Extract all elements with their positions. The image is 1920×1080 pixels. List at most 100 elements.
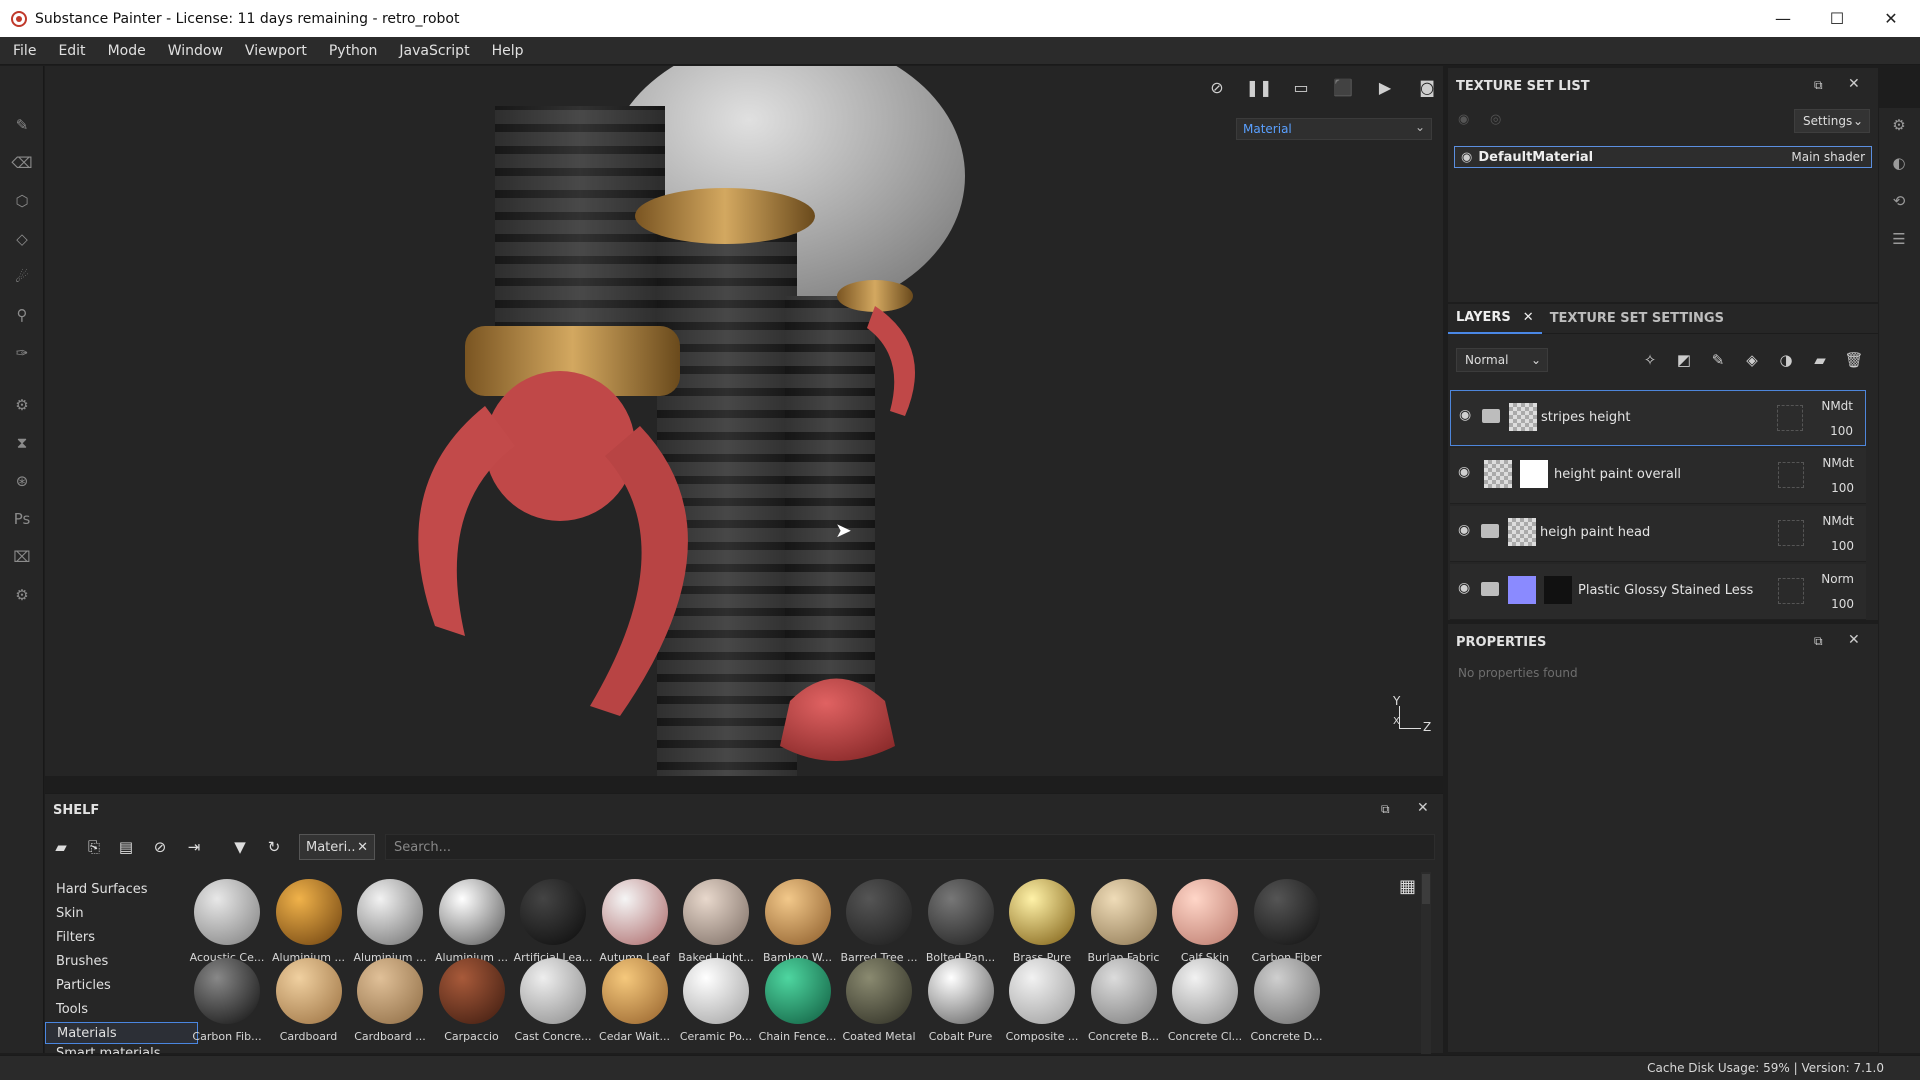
material-thumbnail[interactable]: Concrete D... (1246, 956, 1328, 1052)
layer-blend-mode[interactable]: NMdt (1821, 399, 1853, 413)
layer-row[interactable]: ◉ Plastic Glossy Stained Less Norm 100 (1450, 564, 1866, 620)
menu-javascript[interactable]: JavaScript (392, 43, 484, 59)
material-thumbnail[interactable]: Composite ... (1001, 956, 1083, 1052)
category-brushes[interactable]: Brushes (45, 950, 198, 972)
add-fill-layer-icon[interactable]: ◈ (1740, 348, 1764, 372)
material-thumbnail[interactable]: Carpaccio (431, 956, 513, 1052)
texture-set-row[interactable]: ◉ DefaultMaterial Main shader (1454, 146, 1872, 168)
float-panel-icon[interactable]: ⧉ (1381, 802, 1390, 817)
shader-name[interactable]: Main shader (1791, 150, 1865, 164)
shelf-scroll-thumb[interactable] (1422, 874, 1430, 904)
pause-icon[interactable]: ❚❚ (1243, 73, 1275, 101)
material-thumbnail[interactable]: Chain Fence... (757, 956, 839, 1052)
import-icon[interactable]: ⇥ (183, 836, 205, 858)
smudge-icon[interactable]: ☄ (11, 266, 33, 288)
menu-edit[interactable]: Edit (51, 43, 100, 59)
layer-row[interactable]: ◉ height paint overall NMdt 100 (1450, 448, 1866, 504)
close-shelf-icon[interactable]: ✕ (1417, 800, 1429, 816)
close-tab-icon[interactable]: ✕ (1523, 310, 1534, 325)
layer-blend-mode[interactable]: NMdt (1822, 514, 1854, 528)
add-mask-icon[interactable]: ◩ (1672, 348, 1696, 372)
polygon-fill-icon[interactable]: ◇ (11, 228, 33, 250)
eraser-icon[interactable]: ⌫ (11, 152, 33, 174)
category-materials[interactable]: Materials (45, 1022, 198, 1044)
hide-icon[interactable]: ⊘ (149, 836, 171, 858)
category-hard-surfaces[interactable]: Hard Surfaces (45, 878, 198, 900)
filter-icon[interactable]: ▼ (229, 836, 251, 858)
close-panel-icon[interactable]: ✕ (1848, 632, 1860, 648)
eye-icon[interactable]: ◉ (1459, 407, 1471, 423)
layer-row[interactable]: ◉ stripes height NMdt 100 (1450, 390, 1866, 446)
add-folder-icon[interactable]: ▰ (1808, 348, 1832, 372)
paint-brush-icon[interactable]: ✎ (11, 114, 33, 136)
display-settings-icon[interactable]: ⚙ (1888, 114, 1910, 136)
close-window-button[interactable]: ✕ (1864, 0, 1918, 37)
layer-opacity[interactable]: 100 (1830, 424, 1853, 438)
remove-filter-icon[interactable]: ✕ (357, 840, 368, 855)
menu-python[interactable]: Python (322, 43, 393, 59)
refresh-icon[interactable]: ↻ (263, 836, 285, 858)
menu-viewport[interactable]: Viewport (238, 43, 322, 59)
new-folder-icon[interactable]: ⎘ (83, 836, 105, 858)
clone-stamp-icon[interactable]: ⚲ (11, 304, 33, 326)
material-thumbnail[interactable]: Coated Metal (838, 956, 920, 1052)
shelf-scrollbar[interactable] (1421, 872, 1431, 1054)
eye-icon[interactable]: ◉ (1458, 522, 1470, 538)
cube-view-icon[interactable]: ⬛ (1327, 73, 1359, 101)
eye-icon[interactable]: ◉ (1458, 580, 1470, 596)
float-panel-icon[interactable]: ⧉ (1814, 634, 1823, 649)
material-thumbnail[interactable]: Ceramic Po... (675, 956, 757, 1052)
3d-viewport[interactable]: ⊘ ❚❚ ▭ ⬛ ▶ ◙ Material ⌄ Y X Z ➤ (45, 66, 1443, 776)
material-thumbnail[interactable]: Cobalt Pure (920, 956, 1002, 1052)
filter-tag-materials[interactable]: Materi.. ✕ (299, 834, 375, 860)
layer-blend-mode[interactable]: NMdt (1822, 456, 1854, 470)
maximize-button[interactable]: ☐ (1810, 0, 1864, 37)
material-thumbnail[interactable]: Cedar Wait... (594, 956, 676, 1052)
viewport-mode-select[interactable]: Material ⌄ (1236, 118, 1432, 140)
menu-window[interactable]: Window (161, 43, 238, 59)
hide-overlay-icon[interactable]: ⊘ (1201, 73, 1233, 101)
material-thumbnail[interactable]: Carbon Fib... (186, 956, 268, 1052)
view-mode-icon[interactable]: ▭ (1285, 73, 1317, 101)
add-paint-layer-icon[interactable]: ✎ (1706, 348, 1730, 372)
material-thumbnail[interactable]: Cast Concre... (512, 956, 594, 1052)
add-smart-material-icon[interactable]: ◑ (1774, 348, 1798, 372)
delete-layer-icon[interactable]: 🗑 (1842, 348, 1866, 372)
menu-file[interactable]: File (6, 43, 51, 59)
hourglass-icon[interactable]: ⧗ (11, 432, 33, 454)
material-thumbnail[interactable]: Concrete B... (1083, 956, 1165, 1052)
category-tools[interactable]: Tools (45, 998, 198, 1020)
projection-icon[interactable]: ⬡ (11, 190, 33, 212)
log-icon[interactable]: ☰ (1888, 228, 1910, 250)
material-thumbnail[interactable]: Concrete Cl... (1164, 956, 1246, 1052)
blend-mode-select[interactable]: Normal ⌄ (1456, 348, 1548, 372)
category-skin[interactable]: Skin (45, 902, 198, 924)
substance-icon[interactable]: ⊛ (11, 470, 33, 492)
material-thumbnail[interactable]: Cardboard (268, 956, 350, 1052)
camera-icon[interactable]: ▶ (1369, 73, 1401, 101)
layer-opacity[interactable]: 100 (1831, 597, 1854, 611)
color-picker-icon[interactable]: ✑ (11, 342, 33, 364)
folder-icon[interactable]: ▰ (50, 836, 72, 858)
material-thumbnail[interactable]: Cardboard ... (349, 956, 431, 1052)
layer-opacity[interactable]: 100 (1831, 539, 1854, 553)
save-icon[interactable]: ▤ (115, 836, 137, 858)
history-icon[interactable]: ⟲ (1888, 190, 1910, 212)
menu-mode[interactable]: Mode (101, 43, 161, 59)
bake-icon[interactable]: ⚙ (11, 394, 33, 416)
grid-view-icon[interactable]: ▦ (1399, 876, 1416, 897)
float-panel-icon[interactable]: ⧉ (1814, 78, 1823, 93)
eye-icon[interactable]: ◉ (1461, 150, 1472, 165)
eye-icon[interactable]: ◉ (1458, 464, 1470, 480)
sbsar-icon[interactable]: ⌧ (11, 546, 33, 568)
shelf-search-input[interactable]: Search... (385, 834, 1435, 860)
add-effect-icon[interactable]: ✧ (1638, 348, 1662, 372)
tab-layers[interactable]: LAYERS ✕ (1448, 304, 1542, 334)
settings-dropdown[interactable]: Settings ⌄ (1794, 109, 1870, 133)
minimize-button[interactable]: — (1756, 0, 1810, 37)
menu-help[interactable]: Help (485, 43, 539, 59)
close-panel-icon[interactable]: ✕ (1848, 76, 1860, 92)
layer-opacity[interactable]: 100 (1831, 481, 1854, 495)
screenshot-icon[interactable]: ◙ (1411, 73, 1443, 101)
shader-settings-icon[interactable]: ◐ (1888, 152, 1910, 174)
